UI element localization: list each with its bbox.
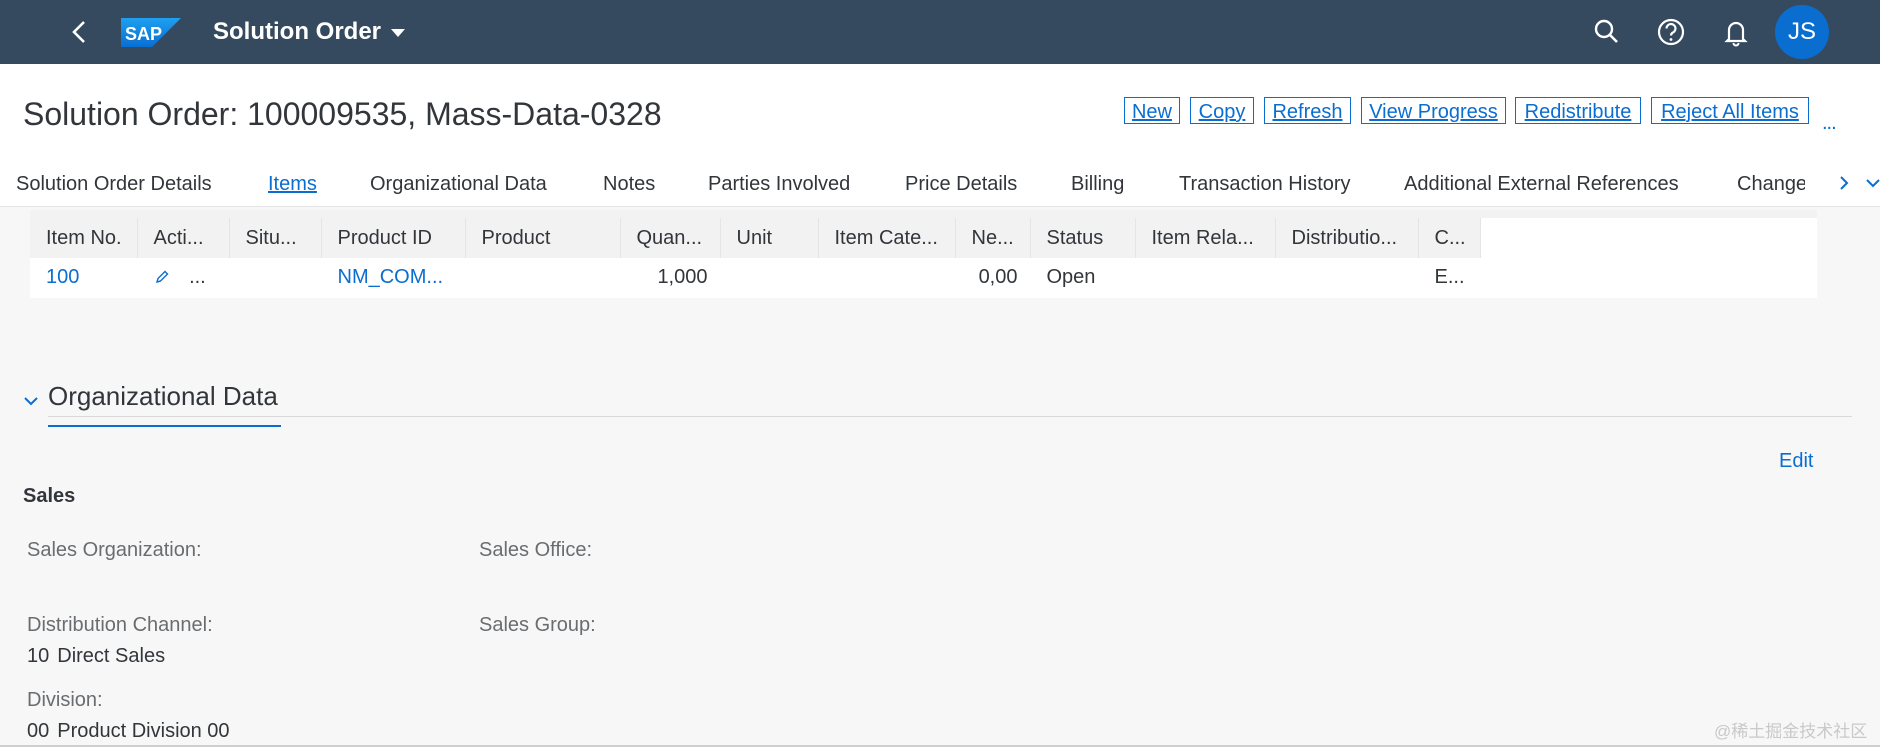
col-distribution[interactable]: Distributio...	[1275, 218, 1419, 258]
item-category-cell	[818, 258, 956, 299]
col-item-category[interactable]: Item Cate...	[818, 218, 956, 258]
distribution-channel-label: Distribution Channel:	[27, 614, 213, 636]
anchor-tab-bar: Solution Order Details Items Organizatio…	[0, 166, 1880, 206]
col-quantity[interactable]: Quan...	[620, 218, 721, 258]
sales-group-label: Sales Group:	[479, 614, 596, 636]
col-status[interactable]: Status	[1030, 218, 1136, 258]
app-title-menu[interactable]: Solution Order	[213, 16, 405, 48]
help-icon[interactable]	[1653, 14, 1689, 50]
distribution-channel-value: 10 Direct Sales	[27, 645, 166, 667]
edit-pencil-icon[interactable]	[154, 269, 170, 285]
col-unit[interactable]: Unit	[720, 218, 819, 258]
c-cell: E...	[1418, 258, 1481, 299]
situation-cell	[229, 258, 322, 299]
product-cell	[465, 258, 621, 299]
division-value: 00 Product Division 00	[27, 720, 230, 742]
items-table-container: Item No. Acti... Situ... Product ID Prod…	[30, 210, 1817, 314]
view-progress-button[interactable]: View Progress	[1361, 97, 1506, 124]
item-relation-cell	[1135, 258, 1276, 299]
quantity-cell: 1,000	[620, 258, 721, 299]
redistribute-button[interactable]: Redistribute	[1515, 97, 1641, 124]
svg-text:SAP: SAP	[125, 24, 162, 44]
col-c[interactable]: C...	[1418, 218, 1481, 258]
col-item-relation[interactable]: Item Rela...	[1135, 218, 1276, 258]
copy-button[interactable]: Copy	[1190, 97, 1254, 124]
tab-parties-involved[interactable]: Parties Involved	[708, 166, 850, 202]
distribution-cell	[1275, 258, 1419, 299]
item-no-link[interactable]: 100	[30, 258, 138, 299]
tab-solution-order-details[interactable]: Solution Order Details	[16, 166, 212, 202]
back-arrow-icon[interactable]	[64, 16, 96, 48]
watermark: @稀土掘金技术社区	[1714, 722, 1868, 741]
table-row[interactable]: 100 ... NM_COM... 1,000 0,00 Open E...	[30, 258, 1481, 299]
col-product[interactable]: Product	[465, 218, 621, 258]
col-net-value[interactable]: Ne...	[955, 218, 1031, 258]
tab-billing[interactable]: Billing	[1071, 166, 1124, 202]
more-actions-overflow[interactable]: ...	[1822, 112, 1837, 135]
bell-icon[interactable]	[1718, 14, 1754, 50]
table-header-row: Item No. Acti... Situ... Product ID Prod…	[30, 218, 1481, 258]
row-more-actions[interactable]: ...	[189, 266, 206, 288]
col-situation[interactable]: Situ...	[229, 218, 322, 258]
tab-transaction-history[interactable]: Transaction History	[1179, 166, 1351, 202]
refresh-button[interactable]: Refresh	[1264, 97, 1351, 124]
unit-cell	[720, 258, 819, 299]
sap-logo: SAP	[121, 18, 181, 47]
edit-button[interactable]: Edit	[1779, 450, 1813, 473]
tab-items[interactable]: Items	[268, 166, 317, 202]
col-actions[interactable]: Acti...	[137, 218, 230, 258]
collapse-chevron-icon[interactable]	[20, 390, 42, 412]
tab-organizational-data[interactable]: Organizational Data	[370, 166, 547, 202]
sales-organization-label: Sales Organization:	[27, 539, 202, 561]
tab-change-history[interactable]: Change H	[1737, 166, 1805, 202]
new-button[interactable]: New	[1124, 97, 1180, 124]
shell-bar: SAP Solution Order JS	[0, 0, 1880, 64]
user-avatar[interactable]: JS	[1775, 5, 1829, 59]
chevron-right-icon[interactable]	[1833, 172, 1855, 194]
app-title: Solution Order	[213, 18, 381, 45]
tab-overflow-clip: Change H	[1735, 166, 1805, 206]
sales-office-label: Sales Office:	[479, 539, 593, 561]
tab-notes[interactable]: Notes	[603, 166, 655, 202]
tab-price-details[interactable]: Price Details	[905, 166, 1017, 202]
division-label: Division:	[27, 689, 103, 711]
chevron-down-icon[interactable]	[1862, 172, 1880, 194]
page-title: Solution Order: 100009535, Mass-Data-032…	[23, 96, 662, 132]
status-cell: Open	[1030, 258, 1136, 299]
col-item-no[interactable]: Item No.	[30, 218, 138, 258]
search-icon[interactable]	[1589, 14, 1625, 50]
subsection-title-sales: Sales	[23, 485, 76, 507]
org-data-section-header: Organizational Data	[20, 378, 1852, 427]
object-page-header: Solution Order: 100009535, Mass-Data-032…	[0, 64, 1880, 207]
tab-additional-external-references[interactable]: Additional External References	[1404, 166, 1679, 202]
caret-down-icon	[391, 29, 405, 37]
net-value-cell: 0,00	[955, 258, 1031, 299]
section-title: Organizational Data	[48, 381, 278, 411]
items-table: Item No. Acti... Situ... Product ID Prod…	[30, 218, 1481, 299]
col-product-id[interactable]: Product ID	[321, 218, 466, 258]
reject-all-items-button[interactable]: Reject All Items	[1651, 97, 1809, 124]
row-actions-cell: ...	[137, 258, 230, 299]
product-id-link[interactable]: NM_COM...	[321, 258, 466, 299]
